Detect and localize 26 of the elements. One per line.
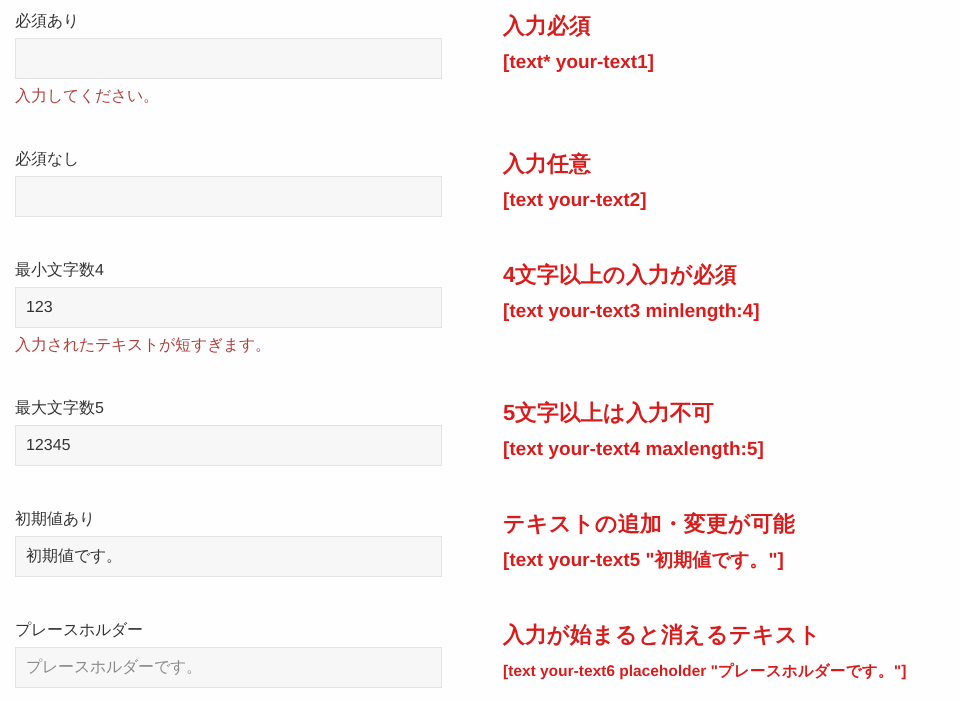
shortcode-text: [text your-text3 minlength:4] [503,300,760,324]
annotation-title: 入力任意 [503,150,591,178]
shortcode-text: [text your-text4 maxlength:5] [503,438,764,462]
annotation-title: テキストの追加・変更が可能 [503,510,795,538]
annotation-title: 入力が始まると消えるテキスト [503,621,821,649]
annotation-title: 5文字以上は入力不可 [503,399,714,427]
shortcode-text: [text your-text2] [503,189,647,213]
validation-error: 入力されたテキストが短すぎます。 [15,336,271,356]
shortcode-text: [text your-text6 placeholder "プレースホルダーです。"] [503,662,906,682]
field-label: 最大文字数5 [15,398,104,419]
shortcode-text: [text your-text5 "初期値です。"] [503,548,784,573]
validation-error: 入力してください。 [15,86,159,107]
text-input-field[interactable] [15,38,442,79]
field-label: プレースホルダー [15,620,143,641]
field-label: 初期値あり [15,510,95,530]
text-input-field[interactable]: 12345 [15,425,442,466]
text-input-field[interactable]: 初期値です。 [15,536,442,577]
text-input-field[interactable] [15,176,442,217]
text-input-field[interactable]: プレースホルダーです。 [15,647,442,688]
text-input-field[interactable]: 123 [15,287,442,328]
field-label: 必須あり [15,12,79,32]
shortcode-text: [text* your-text1] [503,51,654,75]
annotation-title: 入力必須 [503,12,591,40]
field-label: 必須なし [15,150,79,170]
annotation-title: 4文字以上の入力が必須 [503,261,738,289]
field-label: 最小文字数4 [15,260,104,281]
